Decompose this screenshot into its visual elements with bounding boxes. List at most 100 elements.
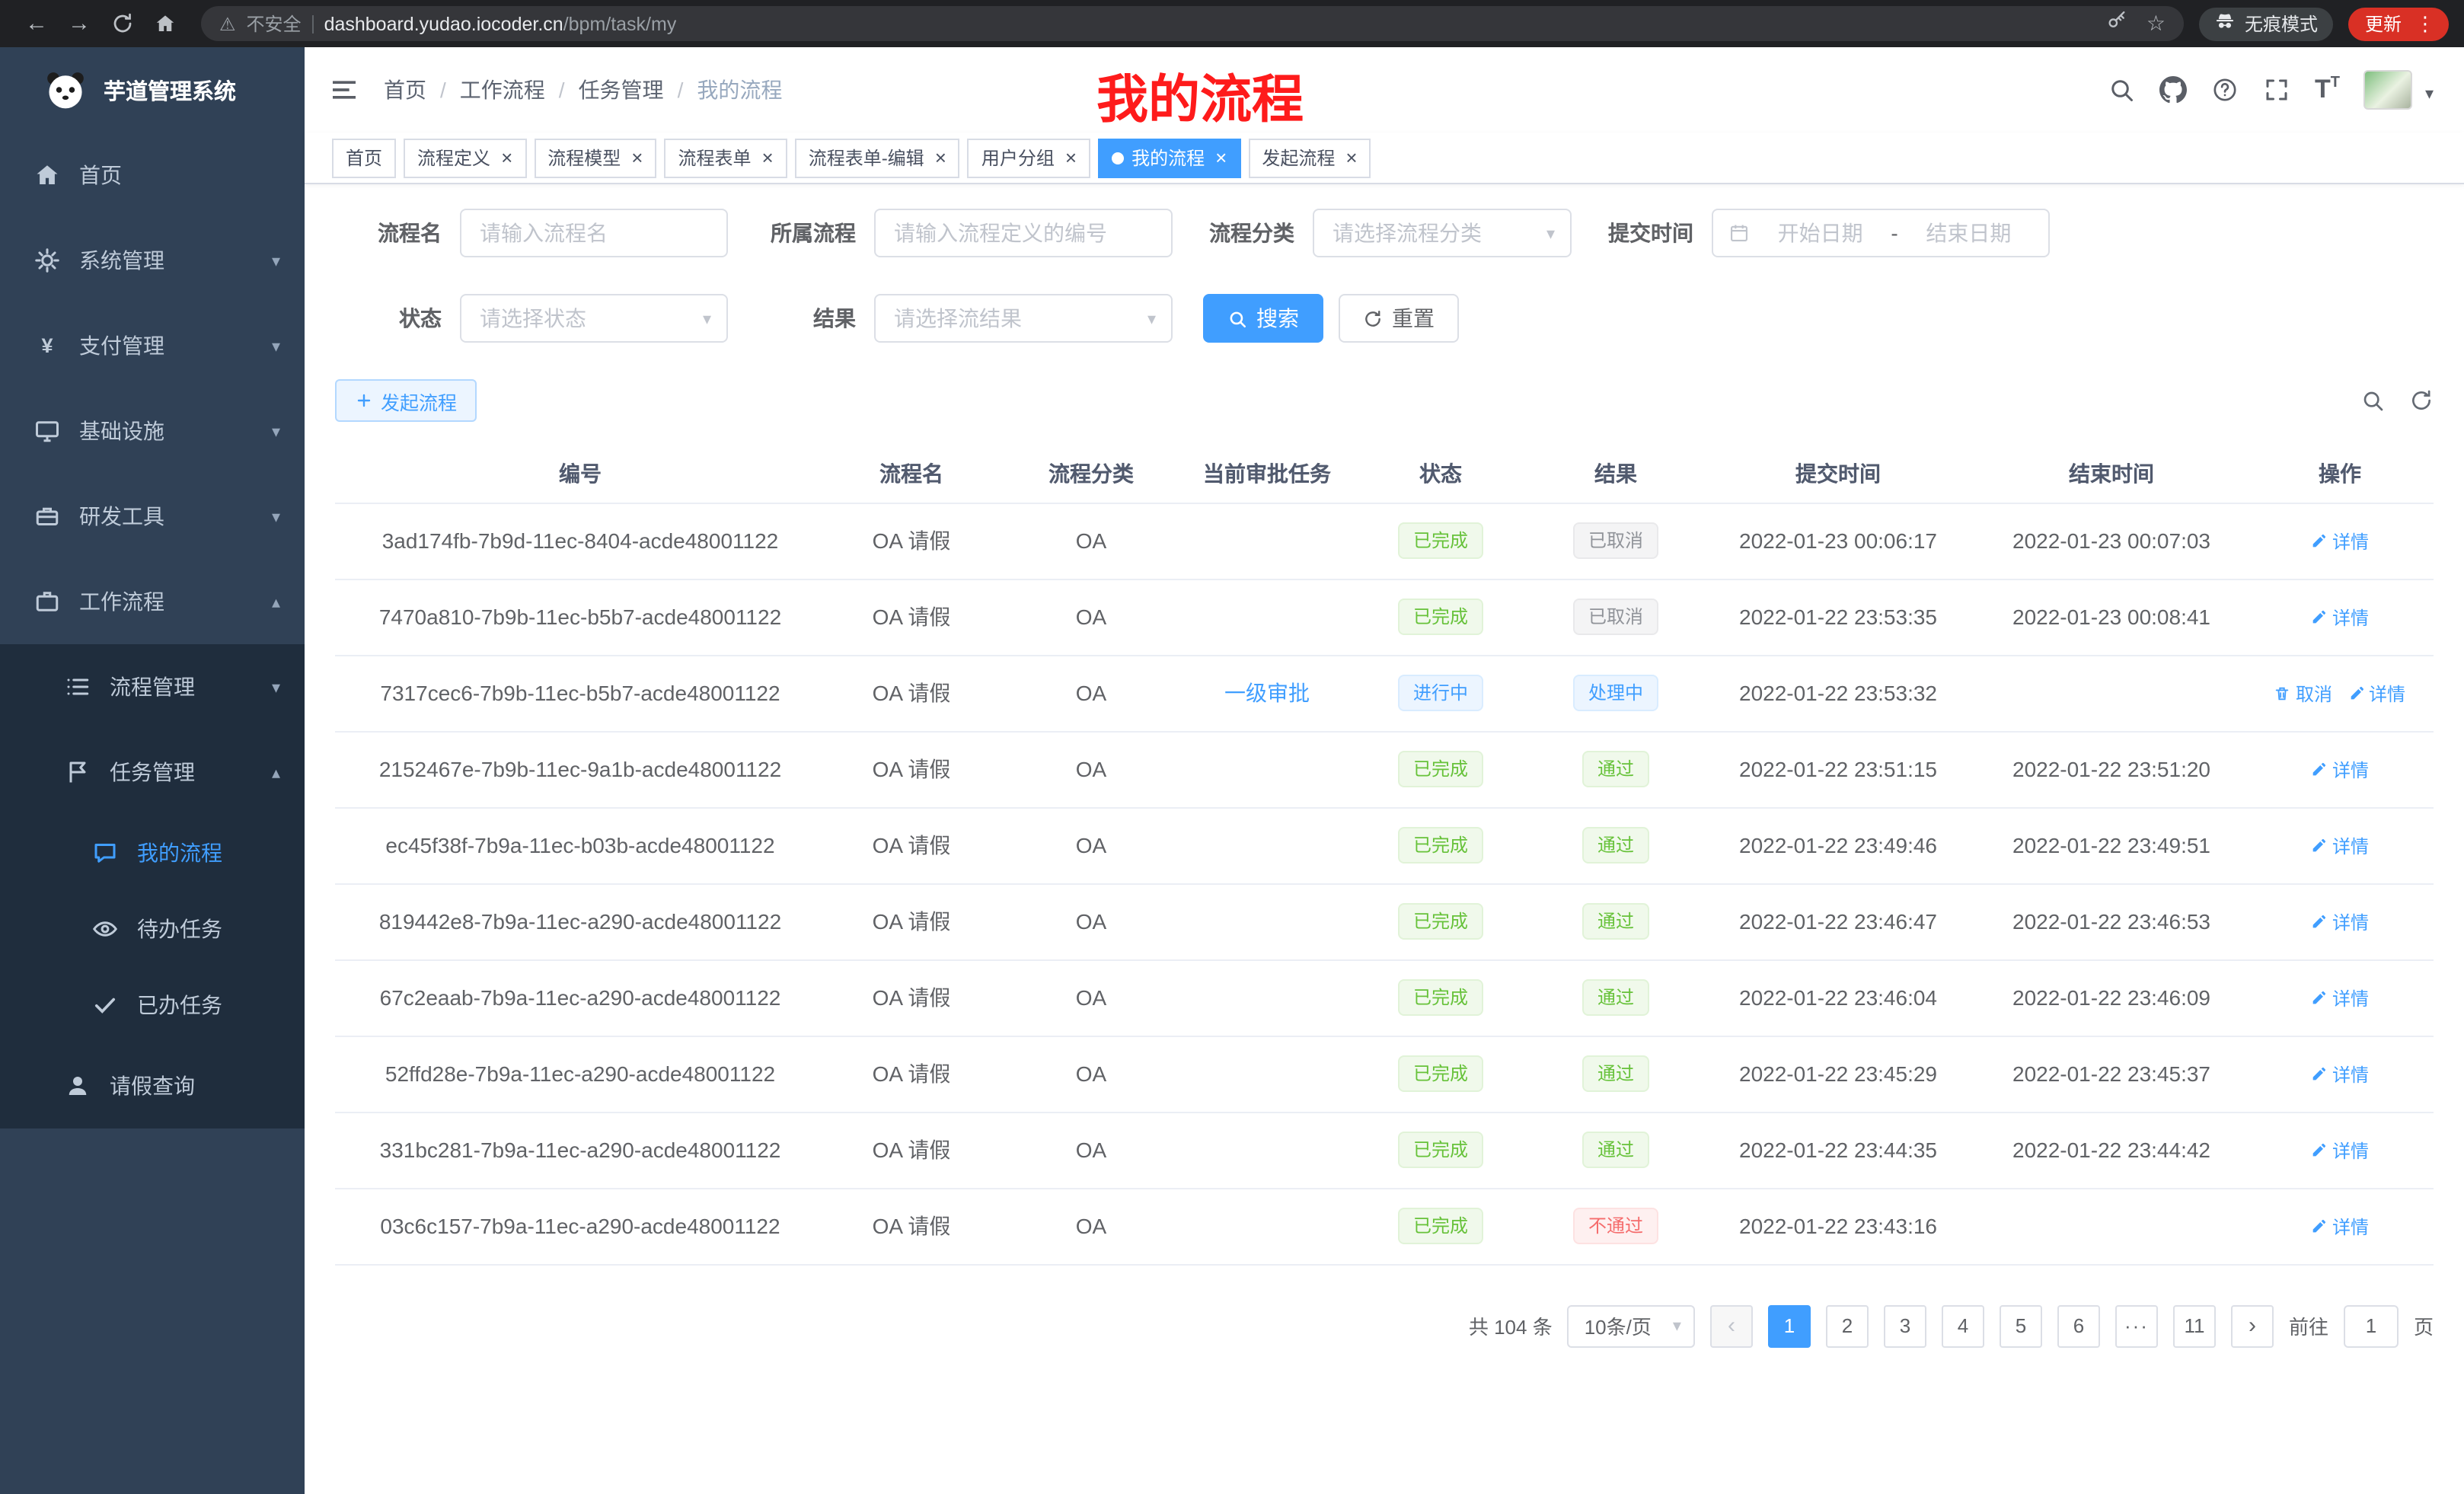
tab-home[interactable]: 首页 — [332, 138, 396, 177]
search-icon[interactable] — [2108, 76, 2135, 104]
page-button-2[interactable]: 2 — [1826, 1304, 1869, 1347]
page-button-5[interactable]: 5 — [2000, 1304, 2042, 1347]
parent-process-input[interactable] — [874, 209, 1173, 257]
sidebar-item-system[interactable]: 系统管理▾ — [0, 218, 305, 303]
tab-process-model[interactable]: 流程模型× — [534, 138, 656, 177]
detail-link[interactable]: 详情 — [2311, 528, 2369, 554]
page-button-11[interactable]: 11 — [2173, 1304, 2216, 1347]
detail-link[interactable]: 详情 — [2311, 1213, 2369, 1239]
address-bar[interactable]: ⚠ 不安全 dashboard.yudao.iocoder.cn/bpm/tas… — [201, 6, 2184, 41]
browser-menu-icon[interactable]: ⋮ — [2409, 11, 2441, 36]
sidebar-item-payment[interactable]: ¥支付管理▾ — [0, 303, 305, 388]
process-name-input[interactable] — [460, 209, 728, 257]
sidebar-item-todo-task[interactable]: 待办任务 — [0, 891, 305, 967]
browser-back-icon[interactable]: ← — [15, 11, 58, 37]
sidebar-item-leave-query[interactable]: 请假查询 — [0, 1043, 305, 1128]
close-icon[interactable]: × — [1215, 148, 1227, 168]
task-link[interactable]: 一级审批 — [1224, 681, 1310, 705]
row-actions: 详情 — [2311, 1213, 2369, 1239]
sidebar-item-done-task[interactable]: 已办任务 — [0, 967, 305, 1043]
category-select[interactable]: 请选择流程分类 ▾ — [1313, 209, 1572, 257]
sidebar-item-task-manage[interactable]: 任务管理▴ — [0, 729, 305, 815]
cell-process-name: OA 请假 — [825, 1188, 997, 1264]
close-icon[interactable]: × — [1345, 148, 1357, 168]
github-icon[interactable] — [2159, 76, 2187, 104]
reset-button[interactable]: 重置 — [1339, 294, 1459, 343]
date-start-placeholder[interactable]: 开始日期 — [1756, 218, 1885, 248]
sidebar-item-my-process[interactable]: 我的流程 — [0, 815, 305, 891]
tab-process-form[interactable]: 流程表单× — [664, 138, 787, 177]
close-icon[interactable]: × — [501, 148, 512, 168]
tab-my-process[interactable]: 我的流程× — [1098, 138, 1240, 177]
sidebar-item-devtools[interactable]: 研发工具▾ — [0, 474, 305, 559]
sidebar-item-home[interactable]: 首页 — [0, 132, 305, 218]
column-header-8: 操作 — [2246, 446, 2434, 503]
tab-user-group[interactable]: 用户分组× — [968, 138, 1090, 177]
detail-link[interactable]: 详情 — [2311, 985, 2369, 1010]
page-button-3[interactable]: 3 — [1884, 1304, 1926, 1347]
search-button[interactable]: 搜索 — [1203, 294, 1323, 343]
close-icon[interactable]: × — [631, 148, 643, 168]
sidebar-item-label: 基础设施 — [79, 416, 164, 446]
cell-result: 通过 — [1532, 731, 1700, 807]
browser-home-icon[interactable] — [143, 12, 186, 35]
create-process-button[interactable]: 发起流程 — [335, 379, 477, 422]
sidebar-item-infrastructure[interactable]: 基础设施▾ — [0, 388, 305, 474]
breadcrumb-item[interactable]: 首页 — [384, 75, 426, 105]
submit-time-range-picker[interactable]: 开始日期 - 结束日期 — [1712, 209, 2050, 257]
cell-actions: 详情 — [2246, 807, 2434, 883]
status-badge: 已完成 — [1398, 1208, 1483, 1244]
more-pages-button[interactable]: ··· — [2115, 1304, 2158, 1347]
cell-process-name: OA 请假 — [825, 579, 997, 655]
page-button-1[interactable]: 1 — [1768, 1304, 1811, 1347]
avatar[interactable] — [2364, 70, 2413, 110]
hamburger-icon[interactable] — [329, 75, 359, 105]
chat-icon — [91, 839, 119, 867]
detail-link[interactable]: 详情 — [2311, 832, 2369, 858]
detail-link[interactable]: 详情 — [2348, 680, 2405, 706]
breadcrumb-item[interactable]: 任务管理 — [579, 75, 664, 105]
cancel-link[interactable]: 取消 — [2274, 680, 2332, 706]
close-icon[interactable]: × — [1065, 148, 1077, 168]
browser-reload-icon[interactable] — [101, 12, 143, 35]
breadcrumb-item[interactable]: 工作流程 — [460, 75, 545, 105]
status-select[interactable]: 请选择状态 ▾ — [460, 294, 728, 343]
sidebar-item-process-manage[interactable]: 流程管理▾ — [0, 644, 305, 729]
sidebar-item-workflow[interactable]: 工作流程▴ — [0, 559, 305, 644]
detail-link[interactable]: 详情 — [2311, 908, 2369, 934]
address-separator — [312, 14, 314, 33]
password-key-icon[interactable] — [2107, 9, 2128, 38]
result-select[interactable]: 请选择流结果 ▾ — [874, 294, 1173, 343]
detail-link[interactable]: 详情 — [2311, 1061, 2369, 1087]
cell-current-task: 一级审批 — [1185, 655, 1349, 731]
font-size-icon[interactable]: TT — [2315, 75, 2340, 105]
detail-link[interactable]: 详情 — [2311, 756, 2369, 782]
filter-label-category: 流程分类 — [1203, 218, 1294, 248]
browser-forward-icon[interactable]: → — [58, 11, 101, 37]
help-icon[interactable] — [2211, 76, 2239, 104]
toggle-search-icon[interactable] — [2360, 388, 2385, 413]
tab-process-form-edit[interactable]: 流程表单-编辑× — [795, 138, 960, 177]
cell-process-name: OA 请假 — [825, 883, 997, 959]
close-icon[interactable]: × — [935, 148, 946, 168]
chevron-down-icon: ▾ — [703, 308, 711, 328]
security-label[interactable]: 不安全 — [247, 11, 302, 37]
refresh-icon[interactable] — [2409, 388, 2434, 413]
prev-page-button[interactable]: ‹ — [1710, 1304, 1753, 1347]
tab-start-process[interactable]: 发起流程× — [1248, 138, 1371, 177]
detail-link[interactable]: 详情 — [2311, 1137, 2369, 1163]
app-logo[interactable]: 芋道管理系统 — [0, 47, 305, 132]
bookmark-star-icon[interactable]: ☆ — [2146, 11, 2166, 37]
page-button-6[interactable]: 6 — [2057, 1304, 2100, 1347]
detail-link[interactable]: 详情 — [2311, 604, 2369, 630]
update-button[interactable]: 更新 ⋮ — [2348, 7, 2449, 40]
goto-page-input[interactable] — [2344, 1304, 2399, 1347]
tab-process-definition[interactable]: 流程定义× — [404, 138, 526, 177]
caret-down-icon[interactable]: ▾ — [2425, 84, 2434, 110]
close-icon[interactable]: × — [762, 148, 774, 168]
fullscreen-icon[interactable] — [2263, 76, 2290, 104]
page-size-select[interactable]: 10条/页 ▾ — [1568, 1304, 1695, 1347]
next-page-button[interactable]: › — [2231, 1304, 2274, 1347]
date-end-placeholder[interactable]: 结束日期 — [1904, 218, 2033, 248]
page-button-4[interactable]: 4 — [1942, 1304, 1984, 1347]
